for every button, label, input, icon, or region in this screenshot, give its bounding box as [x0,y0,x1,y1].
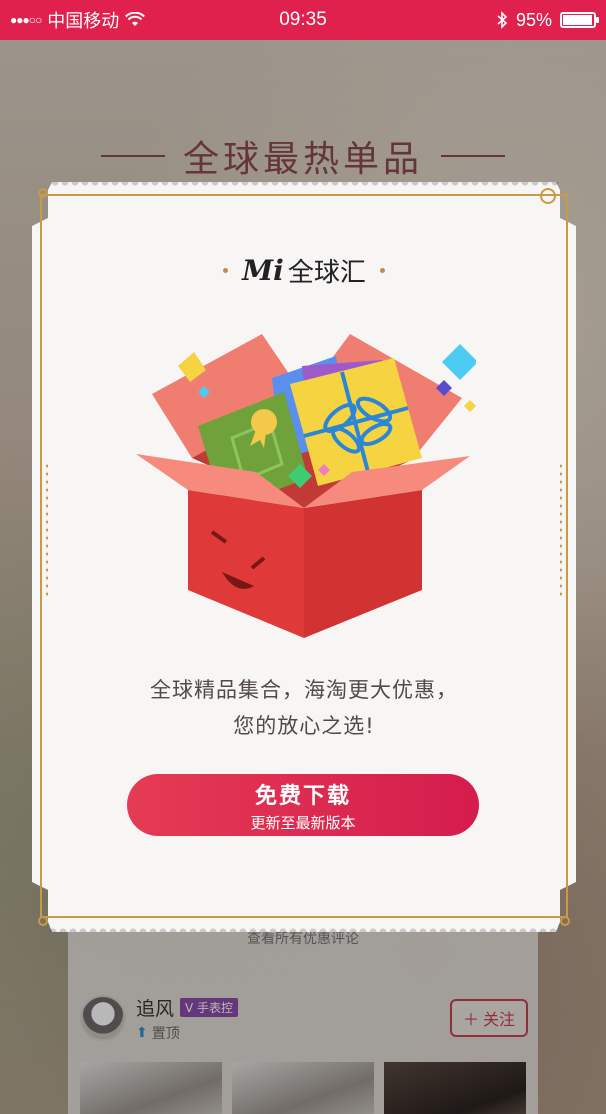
scallop-edge-top [50,182,558,190]
battery-fill [563,15,592,25]
free-download-button[interactable]: 免费下载 更新至最新版本 [127,774,479,836]
status-time: 09:35 [279,9,327,30]
corner-ornament-icon [560,916,570,926]
carrier-name: 中国移动 [47,11,120,31]
brand-cn: 全球汇 [287,258,366,288]
battery-percent: 95% [515,9,552,30]
wifi-icon [125,12,146,26]
close-icon[interactable] [540,188,556,204]
status-bar: ●●●○○ 中国移动 09:35 95% [0,0,606,40]
battery-icon [560,12,599,28]
brand-mi: Mi [242,254,284,287]
brand-dot-right [379,268,385,273]
corner-ornament-icon [38,916,48,926]
download-promo-dialog: Mi 全球汇 全球精品集合，海淘更大优惠， 您的放心之选! 免费下载 更新至最新… [32,182,576,932]
signal-icon: ●●●○○ [10,13,42,27]
status-left: ●●●○○ 中国移动 [10,7,210,33]
status-right: 95% [396,9,599,31]
gift-box-illustration [136,334,476,638]
scallop-edge-bottom [50,924,558,932]
side-dot-border-right [560,462,562,598]
download-button-label: 免费下载 [254,783,351,809]
side-dot-border-left [46,462,48,598]
bluetooth-icon [497,11,508,29]
corner-ornament-icon [38,188,48,198]
brand-dot-left [223,268,229,273]
tagline-line-2: 您的放心之选! [233,714,375,738]
promo-tagline: 全球精品集合，海淘更大优惠， 您的放心之选! [32,672,576,744]
tagline-line-1: 全球精品集合，海淘更大优惠， [150,678,458,702]
brand-logo: Mi 全球汇 [32,252,576,289]
download-button-sublabel: 更新至最新版本 [250,813,356,832]
